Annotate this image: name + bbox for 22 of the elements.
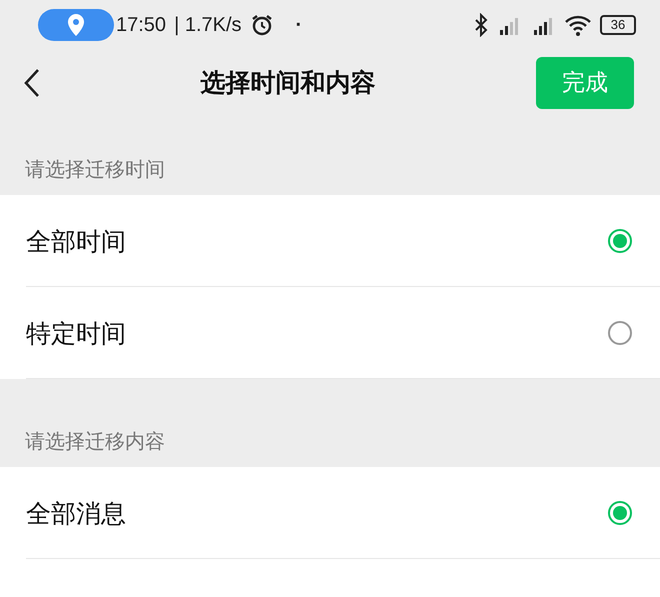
option-row[interactable]: 全部时间 <box>0 195 660 287</box>
option-label: 全部时间 <box>26 226 127 258</box>
radio-button[interactable] <box>608 321 632 345</box>
option-row[interactable]: 特定时间 <box>0 287 660 379</box>
clock-time: 17:50 <box>116 14 166 36</box>
back-button[interactable] <box>24 68 40 98</box>
network-speed: | 1.7K/s <box>174 14 242 36</box>
bluetooth-icon <box>474 13 488 37</box>
page-title: 选择时间和内容 <box>200 67 376 99</box>
section-header: 请选择迁移内容 <box>25 428 165 455</box>
back-chevron-icon <box>24 68 40 98</box>
option-label: 全部消息 <box>26 498 127 530</box>
battery-icon: 36 <box>600 15 636 35</box>
wifi-icon <box>564 13 592 37</box>
location-pin-icon <box>67 13 85 37</box>
alarm-clock-icon <box>250 13 274 37</box>
radio-button[interactable] <box>608 501 632 525</box>
section-header: 请选择迁移时间 <box>25 156 165 183</box>
notification-dot: · <box>296 14 302 36</box>
option-label: 特定时间 <box>26 318 127 350</box>
option-row[interactable]: 全部消息 <box>0 467 660 559</box>
radio-button[interactable] <box>608 229 632 253</box>
